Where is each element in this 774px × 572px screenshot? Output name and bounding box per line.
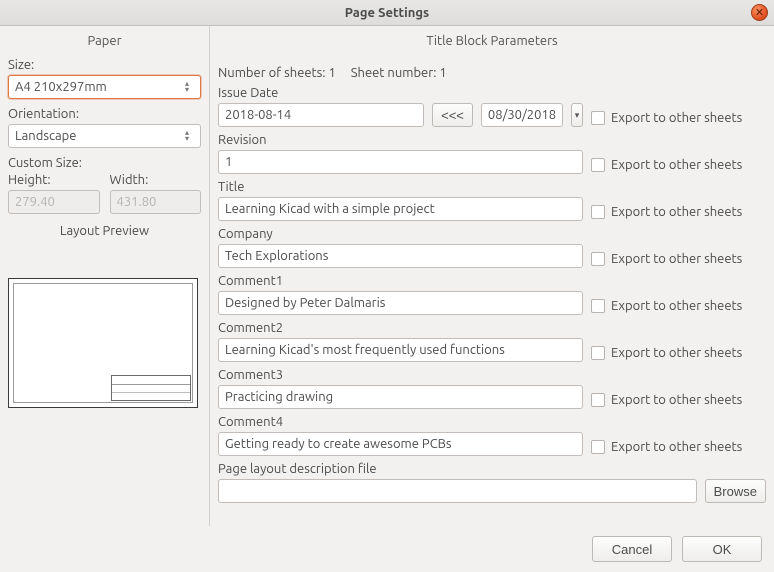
width-label: Width: xyxy=(110,173,202,187)
ok-button[interactable]: OK xyxy=(682,536,762,562)
width-value: 431.80 xyxy=(117,195,157,209)
spin-icon: ▴▾ xyxy=(180,81,194,93)
paper-heading: Paper xyxy=(8,26,201,58)
sheet-number: Sheet number: 1 xyxy=(351,66,447,80)
preview-titleblock xyxy=(111,375,191,401)
company-input[interactable] xyxy=(218,244,583,268)
issue-date-label: Issue Date xyxy=(218,86,583,100)
comment1-label: Comment1 xyxy=(218,274,583,288)
comment3-label: Comment3 xyxy=(218,368,583,382)
layout-file-input[interactable] xyxy=(218,479,697,503)
comment1-input[interactable] xyxy=(218,291,583,315)
paper-panel: Paper Size: A4 210x297mm ▴▾ Orientation:… xyxy=(0,26,210,526)
revision-input[interactable] xyxy=(218,150,583,174)
export-comment4-checkbox[interactable] xyxy=(591,440,605,454)
date-apply-button[interactable]: <<< xyxy=(432,103,473,127)
orientation-combo[interactable]: Landscape ▴▾ xyxy=(8,124,201,148)
revision-label: Revision xyxy=(218,133,583,147)
height-value: 279.40 xyxy=(15,195,55,209)
export-issue-date-checkbox[interactable] xyxy=(591,111,605,125)
title-label: Title xyxy=(218,180,583,194)
title-input[interactable] xyxy=(218,197,583,221)
orientation-label: Orientation: xyxy=(8,107,201,121)
export-label: Export to other sheets xyxy=(611,346,742,360)
chevron-down-icon[interactable]: ▾ xyxy=(571,103,583,127)
date-picker[interactable]: 08/30/2018 xyxy=(481,103,563,127)
browse-button[interactable]: Browse xyxy=(705,479,766,503)
export-label: Export to other sheets xyxy=(611,158,742,172)
comment2-input[interactable] xyxy=(218,338,583,362)
export-revision-checkbox[interactable] xyxy=(591,158,605,172)
export-label: Export to other sheets xyxy=(611,252,742,266)
export-comment2-checkbox[interactable] xyxy=(591,346,605,360)
dialog-buttons: Cancel OK xyxy=(0,526,774,572)
close-icon[interactable]: ✕ xyxy=(751,4,768,21)
export-label: Export to other sheets xyxy=(611,393,742,407)
export-label: Export to other sheets xyxy=(611,440,742,454)
company-label: Company xyxy=(218,227,583,241)
height-label: Height: xyxy=(8,173,100,187)
title-block-panel: Title Block Parameters Number of sheets:… xyxy=(210,26,774,526)
export-title-checkbox[interactable] xyxy=(591,205,605,219)
comment3-input[interactable] xyxy=(218,385,583,409)
date-picker-value: 08/30/2018 xyxy=(488,108,556,122)
window-title: Page Settings xyxy=(345,6,429,20)
num-sheets: Number of sheets: 1 xyxy=(218,66,336,80)
export-label: Export to other sheets xyxy=(611,205,742,219)
spin-icon: ▴▾ xyxy=(180,130,194,142)
comment4-input[interactable] xyxy=(218,432,583,456)
comment2-label: Comment2 xyxy=(218,321,583,335)
issue-date-input[interactable] xyxy=(218,103,424,127)
custom-size-label: Custom Size: xyxy=(8,156,201,170)
orientation-value: Landscape xyxy=(15,129,76,143)
width-input: 431.80 xyxy=(110,190,202,214)
size-value: A4 210x297mm xyxy=(15,80,107,94)
export-label: Export to other sheets xyxy=(611,299,742,313)
export-comment3-checkbox[interactable] xyxy=(591,393,605,407)
export-company-checkbox[interactable] xyxy=(591,252,605,266)
preview-label: Layout Preview xyxy=(8,224,201,238)
cancel-button[interactable]: Cancel xyxy=(592,536,672,562)
layout-file-label: Page layout description file xyxy=(218,462,766,476)
sheet-summary: Number of sheets: 1 Sheet number: 1 xyxy=(218,58,766,86)
tbp-heading: Title Block Parameters xyxy=(218,26,766,58)
layout-preview xyxy=(8,278,198,408)
content: Paper Size: A4 210x297mm ▴▾ Orientation:… xyxy=(0,26,774,526)
size-label: Size: xyxy=(8,58,201,72)
comment4-label: Comment4 xyxy=(218,415,583,429)
size-combo[interactable]: A4 210x297mm ▴▾ xyxy=(8,75,201,99)
height-input: 279.40 xyxy=(8,190,100,214)
export-label: Export to other sheets xyxy=(611,111,742,125)
export-comment1-checkbox[interactable] xyxy=(591,299,605,313)
titlebar: Page Settings ✕ xyxy=(0,0,774,26)
